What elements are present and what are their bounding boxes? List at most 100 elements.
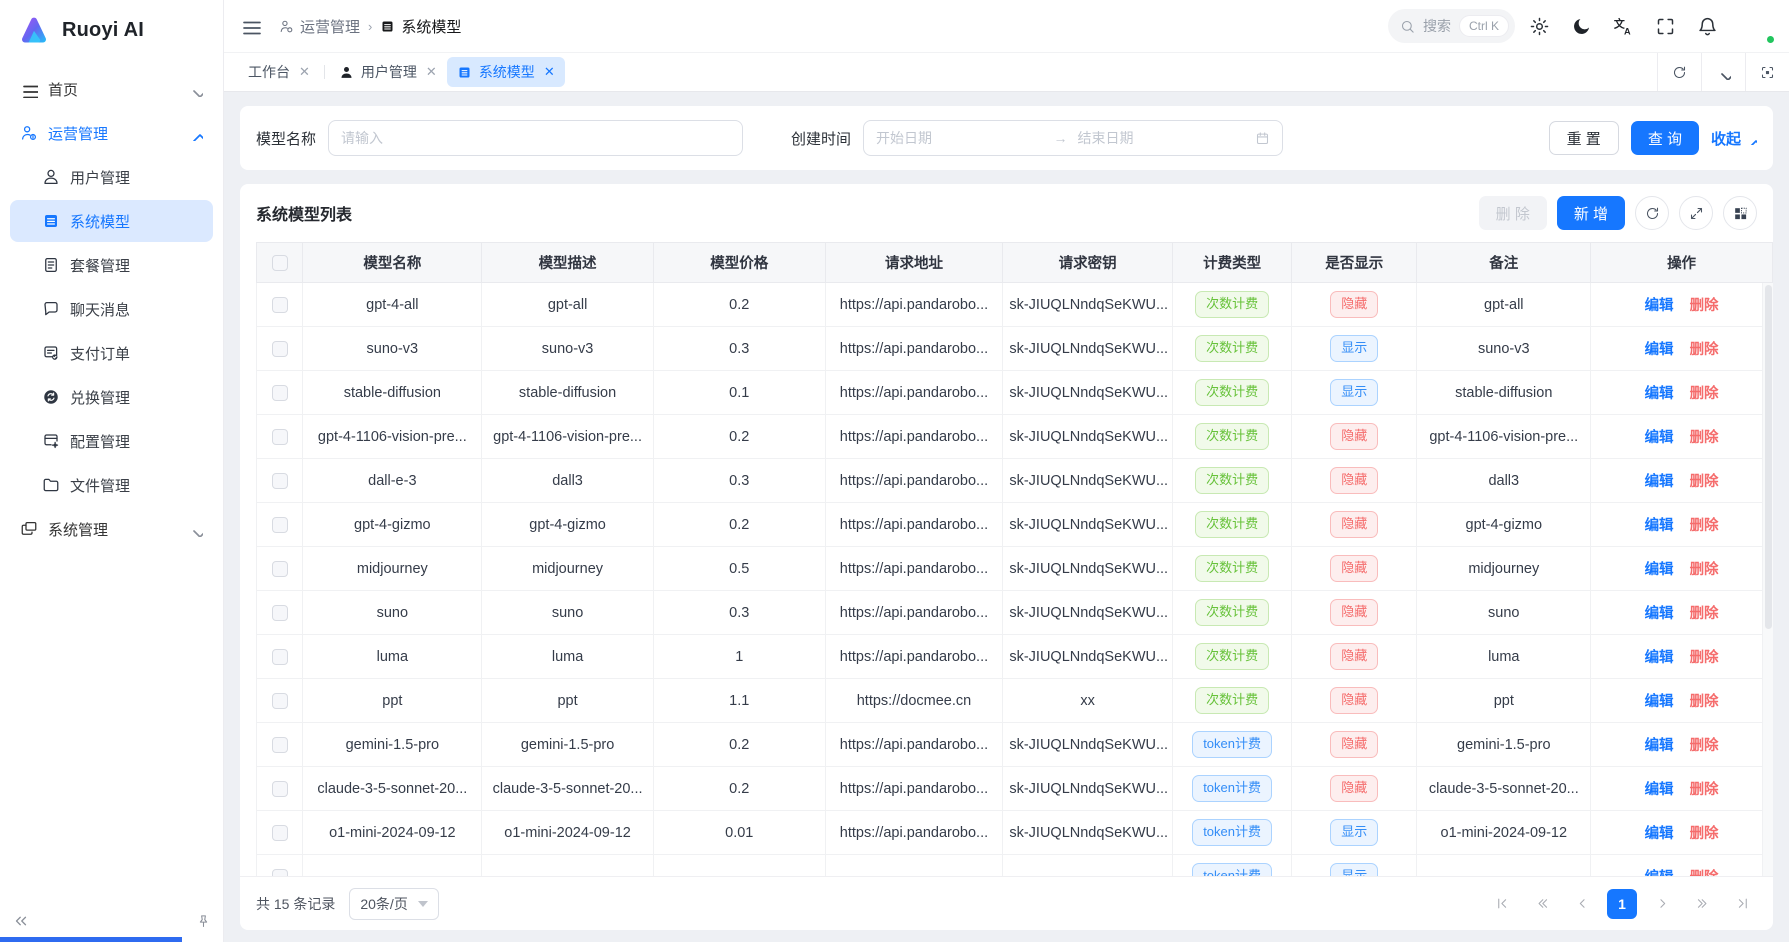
edit-link[interactable]: 编辑 [1645, 474, 1674, 490]
sidebar-item-chat-messages[interactable]: 聊天消息 [10, 288, 213, 330]
settings-button[interactable] [1521, 8, 1557, 44]
language-button[interactable]: 文A [1605, 8, 1641, 44]
collapse-filter-link[interactable]: 收起 [1711, 128, 1757, 149]
reset-button[interactable]: 重 置 [1549, 121, 1619, 155]
sidebar-item-file-mgmt[interactable]: 文件管理 [10, 464, 213, 506]
sidebar-item-payment-orders[interactable]: 支付订单 [10, 332, 213, 374]
close-icon[interactable]: ✕ [426, 64, 437, 80]
cell-model-desc [482, 855, 654, 877]
edit-link[interactable]: 编辑 [1645, 606, 1674, 622]
last-page-button[interactable] [1727, 889, 1757, 919]
edit-link[interactable]: 编辑 [1645, 650, 1674, 666]
menu-toggle-button[interactable] [236, 12, 265, 41]
cell-request-url: https://api.pandarobo... [825, 811, 1003, 855]
select-all-checkbox[interactable] [272, 255, 288, 271]
edit-link[interactable]: 编辑 [1645, 694, 1674, 710]
edit-link[interactable]: 编辑 [1645, 518, 1674, 534]
model-name-input[interactable] [328, 120, 743, 156]
row-checkbox[interactable] [272, 473, 288, 489]
close-icon[interactable]: ✕ [299, 64, 310, 80]
row-checkbox[interactable] [272, 429, 288, 445]
row-checkbox[interactable] [272, 693, 288, 709]
collapse-sidebar-button[interactable] [12, 912, 30, 930]
scrollbar-thumb[interactable] [1765, 285, 1772, 629]
edit-link[interactable]: 编辑 [1645, 782, 1674, 798]
edit-link[interactable]: 编辑 [1645, 738, 1674, 754]
delete-link[interactable]: 删除 [1690, 342, 1719, 358]
edit-link[interactable]: 编辑 [1645, 826, 1674, 842]
delete-link[interactable]: 删除 [1690, 694, 1719, 710]
sidebar-item-operations[interactable]: 运营管理 [10, 112, 213, 154]
delete-link[interactable]: 删除 [1690, 386, 1719, 402]
cell-remark: ppt [1417, 679, 1591, 723]
fullscreen-button[interactable] [1647, 8, 1683, 44]
delete-link[interactable]: 删除 [1690, 474, 1719, 490]
sidebar-item-redeem-mgmt[interactable]: 兑换管理 [10, 376, 213, 418]
sidebar-item-system-mgmt[interactable]: 系统管理 [10, 508, 213, 550]
edit-link[interactable]: 编辑 [1645, 386, 1674, 402]
delete-link[interactable]: 删除 [1690, 562, 1719, 578]
row-checkbox[interactable] [272, 297, 288, 313]
first-page-button[interactable] [1487, 889, 1517, 919]
notifications-button[interactable] [1689, 8, 1725, 44]
sidebar-item-system-model[interactable]: 系统模型 [10, 200, 213, 242]
tab-system-model[interactable]: 系统模型 ✕ [447, 57, 565, 87]
sidebar-item-config-mgmt[interactable]: 配置管理 [10, 420, 213, 462]
delete-link[interactable]: 删除 [1690, 298, 1719, 314]
sidebar-item-home[interactable]: 首页 [10, 68, 213, 110]
row-checkbox[interactable] [272, 781, 288, 797]
tab-workbench[interactable]: 工作台 ✕ [238, 57, 320, 87]
delete-link[interactable]: 删除 [1690, 650, 1719, 666]
row-checkbox[interactable] [272, 869, 288, 876]
edit-link[interactable]: 编辑 [1645, 342, 1674, 358]
sidebar-item-package-mgmt[interactable]: 套餐管理 [10, 244, 213, 286]
delete-link[interactable]: 删除 [1690, 870, 1719, 876]
query-button[interactable]: 查 询 [1631, 121, 1699, 155]
row-checkbox[interactable] [272, 517, 288, 533]
pin-icon[interactable] [196, 914, 211, 929]
delete-link[interactable]: 删除 [1690, 430, 1719, 446]
expand-table-button[interactable] [1679, 196, 1713, 230]
content-fullscreen-button[interactable] [1745, 53, 1789, 91]
delete-link[interactable]: 删除 [1690, 826, 1719, 842]
next-page-button[interactable] [1647, 889, 1677, 919]
delete-link[interactable]: 删除 [1690, 738, 1719, 754]
column-settings-button[interactable] [1723, 196, 1757, 230]
edit-link[interactable]: 编辑 [1645, 430, 1674, 446]
sidebar-item-user-mgmt[interactable]: 用户管理 [10, 156, 213, 198]
svg-text:A: A [1623, 26, 1630, 36]
tab-user-mgmt[interactable]: 用户管理 ✕ [329, 57, 447, 87]
tab-menu-button[interactable] [1701, 53, 1745, 91]
breadcrumb-operations[interactable]: 运营管理 [279, 16, 360, 37]
current-page[interactable]: 1 [1607, 889, 1637, 919]
dark-mode-button[interactable] [1563, 8, 1599, 44]
row-checkbox[interactable] [272, 737, 288, 753]
prev-page-button[interactable] [1567, 889, 1597, 919]
batch-delete-button[interactable]: 删 除 [1479, 196, 1547, 230]
row-checkbox[interactable] [272, 341, 288, 357]
delete-link[interactable]: 删除 [1690, 606, 1719, 622]
edit-link[interactable]: 编辑 [1645, 562, 1674, 578]
table-scrollbar[interactable] [1762, 283, 1773, 876]
row-checkbox[interactable] [272, 649, 288, 665]
row-checkbox[interactable] [272, 385, 288, 401]
delete-link[interactable]: 删除 [1690, 782, 1719, 798]
refresh-tab-button[interactable] [1657, 53, 1701, 91]
add-button[interactable]: 新 增 [1557, 196, 1625, 230]
logo[interactable]: Ruoyi AI [0, 0, 223, 60]
edit-link[interactable]: 编辑 [1645, 298, 1674, 314]
back-5-pages-button[interactable] [1527, 889, 1557, 919]
user-avatar[interactable] [1737, 7, 1775, 45]
refresh-table-button[interactable] [1635, 196, 1669, 230]
row-checkbox[interactable] [272, 605, 288, 621]
close-icon[interactable]: ✕ [544, 64, 555, 80]
global-search[interactable]: 搜索 Ctrl K [1388, 9, 1515, 43]
row-checkbox[interactable] [272, 561, 288, 577]
delete-link[interactable]: 删除 [1690, 518, 1719, 534]
page-size-select[interactable]: 20条/页 [349, 888, 438, 920]
date-range-picker[interactable]: 开始日期 → 结束日期 [863, 120, 1283, 156]
breadcrumb-system-model[interactable]: 系统模型 [380, 16, 461, 37]
edit-link[interactable]: 编辑 [1645, 870, 1674, 876]
forward-5-pages-button[interactable] [1687, 889, 1717, 919]
row-checkbox[interactable] [272, 825, 288, 841]
